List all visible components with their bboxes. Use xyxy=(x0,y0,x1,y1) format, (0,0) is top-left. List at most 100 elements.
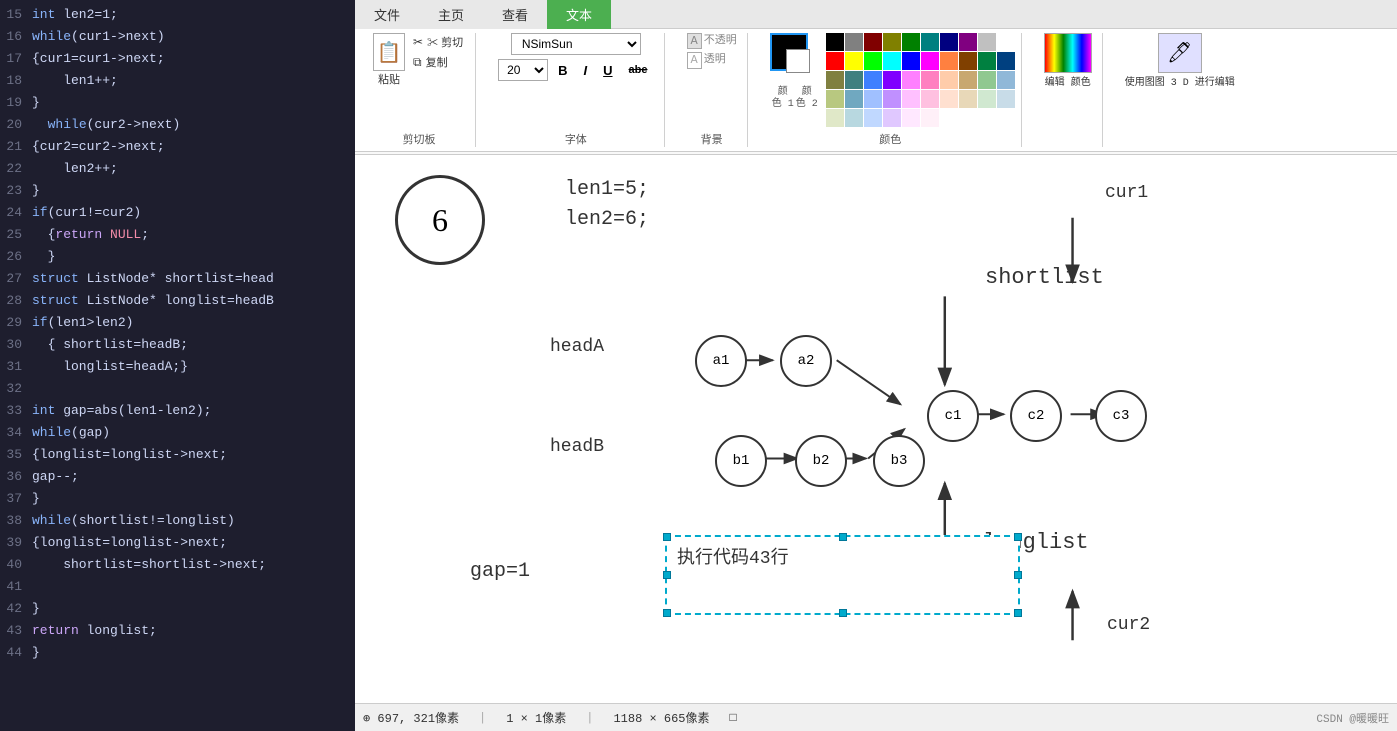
palette-color[interactable] xyxy=(864,71,882,89)
palette-color[interactable] xyxy=(940,33,958,51)
palette-color[interactable] xyxy=(940,90,958,108)
tab-home[interactable]: 主页 xyxy=(419,0,483,29)
handle-tm[interactable] xyxy=(839,533,847,541)
code-line: 26 } xyxy=(0,246,355,268)
status-pixel-size: 1 × 1像素 xyxy=(506,709,566,726)
palette-color[interactable] xyxy=(902,109,920,127)
palette-color[interactable] xyxy=(864,33,882,51)
palette-color[interactable] xyxy=(883,109,901,127)
palette-color[interactable] xyxy=(845,71,863,89)
font-group: NSimSun 20 B I U abe 字体 xyxy=(488,33,664,147)
tab-view[interactable]: 查看 xyxy=(483,0,547,29)
palette-color[interactable] xyxy=(902,90,920,108)
paste-button[interactable]: 📋 粘贴 xyxy=(373,33,405,87)
palette-color[interactable] xyxy=(845,33,863,51)
cut-button[interactable]: ✂ ✂ 剪切 xyxy=(411,33,465,51)
palette-color[interactable] xyxy=(883,71,901,89)
palette-color[interactable] xyxy=(826,52,844,70)
palette-color[interactable] xyxy=(997,33,1015,51)
palette-color[interactable] xyxy=(826,109,844,127)
handle-br[interactable] xyxy=(1014,609,1022,617)
font-format-row: 20 B I U abe xyxy=(498,59,653,81)
palette-color[interactable] xyxy=(826,90,844,108)
tab-text[interactable]: 文本 xyxy=(547,0,611,29)
rainbow-swatch[interactable] xyxy=(1044,33,1092,73)
code-line: 39{longlist=longlist->next; xyxy=(0,532,355,554)
palette-color[interactable] xyxy=(902,71,920,89)
bold-button[interactable]: B xyxy=(552,60,573,81)
node-a2: a2 xyxy=(780,335,832,387)
right-panel: 文件 主页 查看 文本 📋 粘贴 ✂ ✂ 剪切 ⧉ 复制 xyxy=(355,0,1397,731)
text-box[interactable]: 执行代码43行 xyxy=(665,535,1020,615)
shortlist-label: shortlist xyxy=(985,265,1104,290)
palette-color[interactable] xyxy=(940,71,958,89)
palette-color[interactable] xyxy=(902,52,920,70)
font-group-label: 字体 xyxy=(565,131,587,147)
palette-color[interactable] xyxy=(978,71,996,89)
palette-color[interactable] xyxy=(921,90,939,108)
palette-color[interactable] xyxy=(864,109,882,127)
palette-color[interactable] xyxy=(845,52,863,70)
palette-color[interactable] xyxy=(997,71,1015,89)
code-line: 43return longlist; xyxy=(0,620,355,642)
color-palette[interactable] xyxy=(826,33,1011,127)
palette-color[interactable] xyxy=(921,71,939,89)
palette-color[interactable] xyxy=(921,33,939,51)
copy-button[interactable]: ⧉ 复制 xyxy=(411,53,465,71)
bg-A2-icon: A xyxy=(687,52,702,68)
strikethrough-button[interactable]: abe xyxy=(623,61,654,79)
canvas-area[interactable]: 6 len1=5; len2=6; cur1 shortlist headA h… xyxy=(355,155,1397,703)
palette-color[interactable] xyxy=(845,109,863,127)
code-line: 22 len2++; xyxy=(0,158,355,180)
palette-color[interactable] xyxy=(826,71,844,89)
draw-3d-icon[interactable]: 🖊 xyxy=(1158,33,1202,73)
palette-color[interactable] xyxy=(997,90,1015,108)
palette-color[interactable] xyxy=(864,90,882,108)
background-group: A 不透明 A 透明 背景 xyxy=(677,33,748,147)
bg-A-icon: A xyxy=(687,33,702,49)
handle-tl[interactable] xyxy=(663,533,671,541)
underline-button[interactable]: U xyxy=(597,60,618,81)
handle-ml[interactable] xyxy=(663,571,671,579)
palette-color[interactable] xyxy=(940,52,958,70)
palette-color[interactable] xyxy=(921,109,939,127)
code-line: 41 xyxy=(0,576,355,598)
palette-color[interactable] xyxy=(883,52,901,70)
palette-color[interactable] xyxy=(921,52,939,70)
palette-color[interactable] xyxy=(997,52,1015,70)
palette-color[interactable] xyxy=(959,52,977,70)
handle-tr[interactable] xyxy=(1014,533,1022,541)
code-line: 17{cur1=cur1->next; xyxy=(0,48,355,70)
palette-color[interactable] xyxy=(959,71,977,89)
palette-color[interactable] xyxy=(845,90,863,108)
cur2-label: cur2 xyxy=(1107,615,1150,635)
color2-swatch[interactable] xyxy=(786,49,810,73)
color2-label: 颜 色 2 xyxy=(796,87,818,111)
handle-bm[interactable] xyxy=(839,609,847,617)
draw-3d-group: 🖊 使用图图 3 D 进行编辑 xyxy=(1115,33,1245,147)
font-select[interactable]: NSimSun xyxy=(511,33,641,55)
palette-color[interactable] xyxy=(883,33,901,51)
code-line: 30 { shortlist=headB; xyxy=(0,334,355,356)
palette-color[interactable] xyxy=(959,33,977,51)
handle-bl[interactable] xyxy=(663,609,671,617)
code-line: 24if(cur1!=cur2) xyxy=(0,202,355,224)
font-selector-row: NSimSun xyxy=(511,33,641,55)
palette-color[interactable] xyxy=(978,33,996,51)
code-line: 40 shortlist=shortlist->next; xyxy=(0,554,355,576)
code-line: 18 len1++; xyxy=(0,70,355,92)
handle-mr[interactable] xyxy=(1014,571,1022,579)
palette-color[interactable] xyxy=(978,90,996,108)
palette-color[interactable] xyxy=(864,52,882,70)
cur1-label: cur1 xyxy=(1105,183,1148,203)
font-size-select[interactable]: 20 xyxy=(498,59,548,81)
node-c1: c1 xyxy=(927,390,979,442)
palette-color[interactable] xyxy=(826,33,844,51)
bg-buttons: A 不透明 A 透明 xyxy=(687,33,737,73)
tab-file[interactable]: 文件 xyxy=(355,0,419,29)
italic-button[interactable]: I xyxy=(578,60,594,81)
palette-color[interactable] xyxy=(959,90,977,108)
palette-color[interactable] xyxy=(902,33,920,51)
palette-color[interactable] xyxy=(883,90,901,108)
palette-color[interactable] xyxy=(978,52,996,70)
